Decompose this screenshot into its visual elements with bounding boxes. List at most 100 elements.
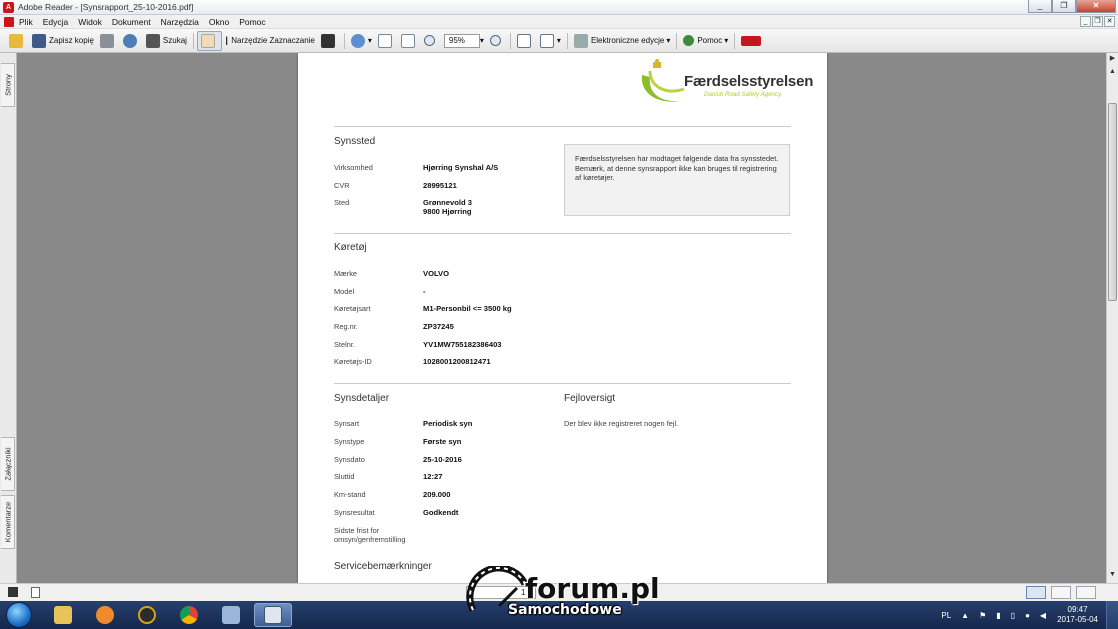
action-center-icon[interactable]: ⚑ [979, 611, 986, 620]
field-label: Km-stand [334, 490, 366, 499]
tab-comments[interactable]: Komentarze [1, 495, 15, 549]
field-label: Synsdato [334, 455, 365, 464]
document-properties-icon[interactable] [31, 587, 40, 598]
tab-attachments-label: Załączniki [3, 447, 12, 481]
zoom-level-field[interactable]: 95% ▾ [441, 31, 487, 51]
page-layout-button[interactable] [514, 31, 537, 51]
maximize-button[interactable]: ❐ [1052, 0, 1076, 13]
vertical-scrollbar[interactable]: ▶ ▲ ▼ [1106, 53, 1118, 583]
doc-minimize-button[interactable]: _ [1080, 16, 1091, 27]
facing-view-button[interactable] [1076, 586, 1096, 599]
field-label: Sluttid [334, 472, 355, 481]
title-bar: A Adobe Reader - [Synsrapport_25-10-2016… [0, 0, 1118, 15]
yahoo-logo-icon [741, 35, 762, 46]
taskbar-app-eye[interactable] [128, 603, 166, 627]
help-icon [683, 35, 695, 46]
tray-app-icon[interactable]: ● [1025, 611, 1030, 620]
zoom-in-button[interactable] [487, 31, 507, 51]
field-value: 28995121 [423, 181, 457, 190]
doc-close-button[interactable]: ✕ [1104, 16, 1115, 27]
fit-width-button[interactable] [398, 31, 421, 51]
print-button[interactable] [97, 31, 120, 51]
volume-icon[interactable]: ◀ [1040, 611, 1046, 620]
rotate-button[interactable]: ▾ [537, 31, 564, 51]
scrollbar-thumb[interactable] [1108, 103, 1117, 301]
scroll-split-icon[interactable]: ▶ [1107, 53, 1118, 64]
document-viewport[interactable]: Færdselsstyrelsen Danish Road Safety Age… [18, 53, 1106, 583]
chevron-down-icon: ▾ [479, 36, 484, 45]
language-indicator[interactable]: PL [941, 611, 951, 620]
scroll-down-arrow-icon[interactable]: ▼ [1107, 569, 1118, 580]
field-label: Køretøjs-ID [334, 357, 372, 366]
taskbar-chrome[interactable] [170, 603, 208, 627]
menu-view[interactable]: Widok [73, 17, 107, 27]
save-copy-button[interactable]: Zapisz kopię [29, 31, 97, 51]
toolbar-separator [192, 32, 194, 49]
field-label: Køretøjsart [334, 304, 371, 313]
toolbar-separator [343, 32, 345, 49]
binoculars-icon [145, 33, 160, 48]
hand-tool-button[interactable] [196, 30, 222, 51]
start-button[interactable] [6, 602, 32, 628]
taskbar-paint[interactable] [212, 603, 250, 627]
tray-expand-icon[interactable]: ▲ [961, 611, 969, 620]
menu-help[interactable]: Pomoc [234, 17, 270, 27]
zoom-value[interactable]: 95% [443, 33, 480, 48]
zoom-out-button[interactable] [421, 31, 441, 51]
chevron-down-icon: ▾ [556, 36, 561, 45]
help-button[interactable]: Pomoc ▾ [680, 31, 731, 51]
menu-window[interactable]: Okno [204, 17, 234, 27]
zoom-tool-button[interactable]: ▾ [348, 31, 375, 51]
taskbar-media-player[interactable] [86, 603, 124, 627]
network-signal-icon[interactable]: ▮ [996, 611, 1000, 620]
scroll-up-arrow-icon[interactable]: ▲ [1107, 66, 1118, 77]
menu-file[interactable]: Plik [14, 17, 38, 27]
field-label: Synsart [334, 419, 360, 428]
field-label: Sted [334, 198, 350, 207]
menu-edit[interactable]: Edycja [38, 17, 74, 27]
snapshot-button[interactable] [318, 31, 341, 51]
minimize-button[interactable]: _ [1028, 0, 1052, 13]
printer-icon [99, 33, 114, 48]
open-button[interactable] [6, 31, 29, 51]
field-value: Godkendt [423, 508, 459, 517]
close-button[interactable]: ✕ [1076, 0, 1116, 13]
yahoo-toolbar-button[interactable] [738, 31, 767, 51]
battery-icon[interactable]: ▯ [1011, 611, 1015, 620]
doc-restore-button[interactable]: ❐ [1092, 16, 1103, 27]
search-button[interactable]: Szukaj [143, 31, 190, 51]
continuous-view-button[interactable] [1051, 586, 1071, 599]
document-icon[interactable] [4, 16, 14, 27]
media-player-icon [96, 606, 114, 624]
pages-icon [516, 33, 531, 48]
section-title-fejloversigt: Fejloversigt [564, 393, 616, 404]
eye-icon [138, 606, 156, 624]
single-page-view-button[interactable] [1026, 586, 1046, 599]
pdf-page: Færdselsstyrelsen Danish Road Safety Age… [298, 53, 827, 583]
page-size-icon[interactable] [8, 587, 18, 597]
info-box: Færdselsstyrelsen har modtaget følgende … [564, 144, 790, 216]
field-value: Grønnevold 3 [423, 198, 472, 207]
email-button[interactable] [120, 31, 143, 51]
field-value: 1028001200812471 [423, 357, 491, 366]
show-desktop-button[interactable] [1106, 601, 1118, 629]
tab-attachments[interactable]: Załączniki [1, 437, 15, 491]
chrome-icon [180, 606, 198, 624]
e-editions-button[interactable]: Elektroniczne edycje ▾ [571, 31, 673, 51]
adobe-reader-icon: A [3, 1, 14, 13]
agency-name: Færdselsstyrelsen [684, 73, 814, 90]
field-label: Mærke [334, 269, 357, 278]
paint-icon [222, 606, 240, 624]
taskbar-adobe-reader[interactable] [254, 603, 292, 627]
taskbar-explorer[interactable] [44, 603, 82, 627]
tab-pages-label: Strony [3, 74, 12, 96]
select-tool-button[interactable]: I Narzędzie Zaznaczanie [222, 31, 318, 51]
toolbar-separator [676, 32, 678, 49]
fit-page-button[interactable] [375, 31, 398, 51]
field-value: Hjørring Synshal A/S [423, 163, 499, 172]
clock[interactable]: 09:47 2017-05-04 [1057, 605, 1098, 625]
menu-document[interactable]: Dokument [107, 17, 156, 27]
menu-tools[interactable]: Narzędzia [156, 17, 204, 27]
agency-tagline: Danish Road Safety Agency [704, 91, 782, 98]
tab-pages[interactable]: Strony [1, 63, 15, 107]
